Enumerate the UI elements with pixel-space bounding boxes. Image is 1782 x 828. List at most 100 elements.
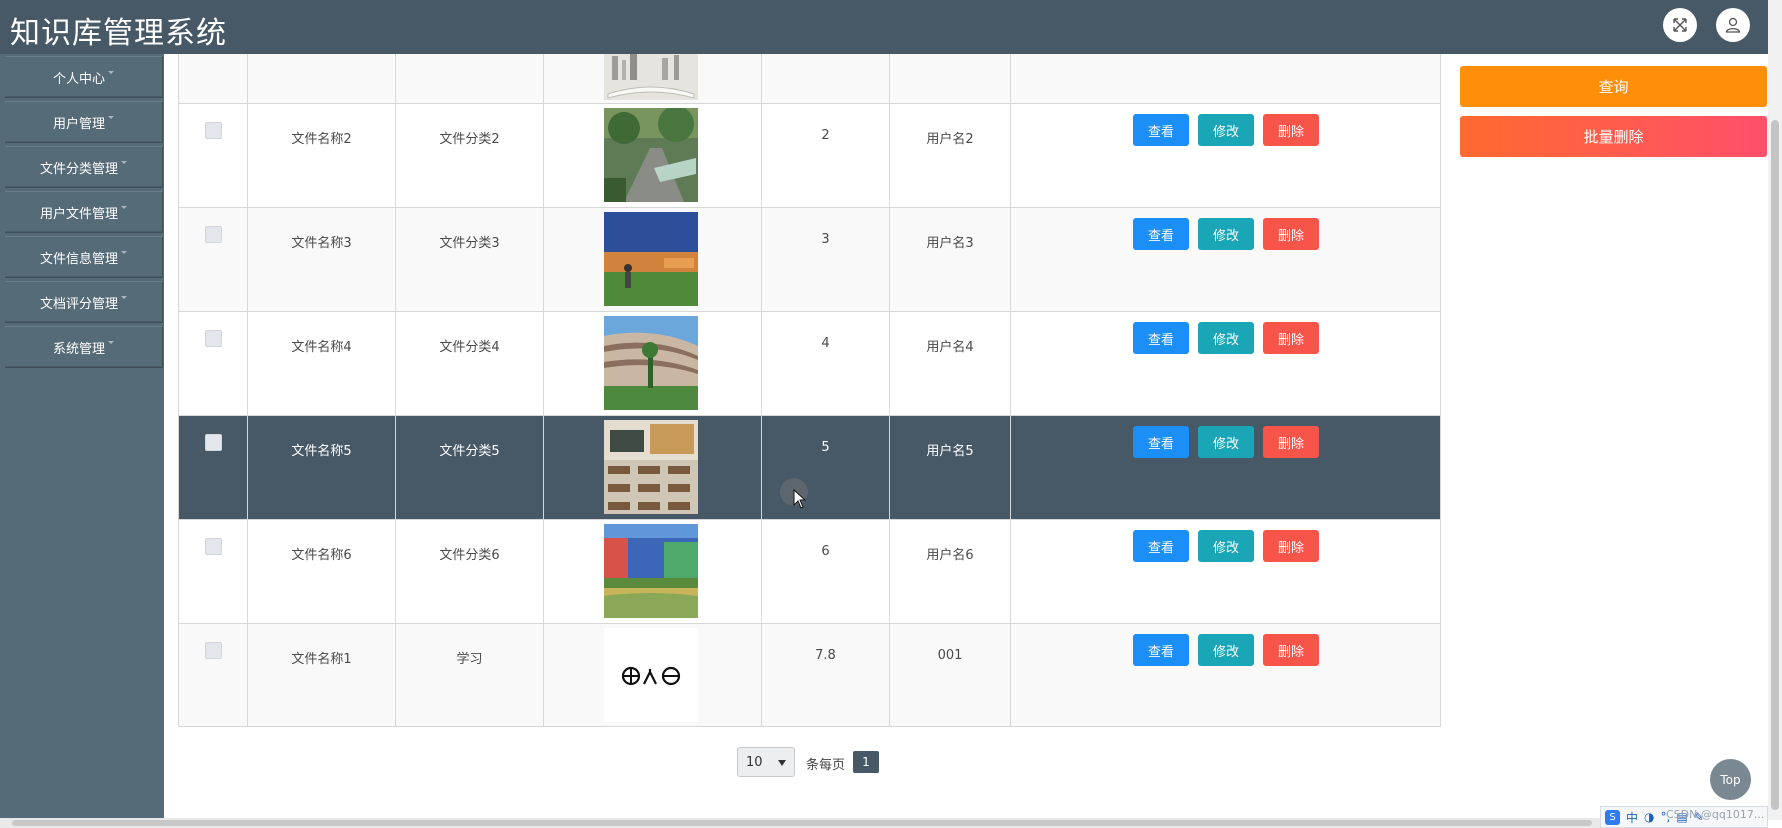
actions-cell <box>1010 54 1441 103</box>
file-category: 文件分类3 <box>439 236 500 251</box>
file-user: 用户名5 <box>926 444 974 459</box>
caret-down-icon <box>108 340 114 344</box>
classroom-photo <box>604 420 698 514</box>
file-category: 文件分类4 <box>439 340 500 355</box>
file-score: 3 <box>821 232 830 247</box>
row-checkbox[interactable] <box>205 226 222 243</box>
top-header: 知识库管理系统 <box>0 0 1782 54</box>
edit-button[interactable]: 修改 <box>1198 530 1254 562</box>
category-cell: 文件分类3 <box>395 208 543 311</box>
view-button[interactable]: 查看 <box>1133 530 1189 562</box>
view-button[interactable]: 查看 <box>1133 634 1189 666</box>
file-category: 文件分类6 <box>439 548 500 563</box>
scrollbar-thumb[interactable] <box>12 820 1592 826</box>
page-number-button[interactable]: 1 <box>853 751 879 773</box>
user-cell: 用户名2 <box>889 104 1010 207</box>
name-cell: 文件名称4 <box>247 312 395 415</box>
batch-delete-button[interactable]: 批量删除 <box>1460 116 1767 157</box>
caret-down-icon <box>108 115 114 119</box>
view-button[interactable]: 查看 <box>1133 218 1189 250</box>
checkbox-cell <box>178 624 247 726</box>
sidebar-item-file-info-management[interactable]: 文件信息管理 <box>5 236 163 278</box>
row-checkbox[interactable] <box>205 434 222 451</box>
file-user: 用户名2 <box>926 132 974 147</box>
edit-button[interactable]: 修改 <box>1198 218 1254 250</box>
table-row: 文件名称1 学习 7.8 001 查看 修改 删除 <box>178 624 1441 727</box>
row-checkbox[interactable] <box>205 330 222 347</box>
delete-button[interactable]: 删除 <box>1263 426 1319 458</box>
row-checkbox[interactable] <box>205 122 222 139</box>
delete-button[interactable]: 删除 <box>1263 634 1319 666</box>
vertical-scrollbar[interactable] <box>1768 0 1782 820</box>
file-name: 文件名称1 <box>291 652 352 667</box>
name-cell: 文件名称3 <box>247 208 395 311</box>
image-cell <box>543 312 761 415</box>
scrollbar-thumb[interactable] <box>1771 120 1779 810</box>
category-cell: 文件分类5 <box>395 416 543 519</box>
name-cell: 文件名称5 <box>247 416 395 519</box>
table-row: 文件名称6 文件分类6 6 用户名6 查看 修改 删除 <box>178 520 1441 624</box>
edit-button[interactable]: 修改 <box>1198 114 1254 146</box>
file-category: 文件分类5 <box>439 444 500 459</box>
name-cell: 文件名称6 <box>247 520 395 623</box>
school-lake-photo <box>604 524 698 618</box>
score-cell <box>761 54 889 103</box>
horizontal-scrollbar[interactable] <box>0 818 1600 828</box>
score-cell: 5 <box>761 416 889 519</box>
image-cell <box>543 624 761 726</box>
file-score: 2 <box>821 128 830 143</box>
delete-button[interactable]: 删除 <box>1263 322 1319 354</box>
name-cell: 文件名称1 <box>247 624 395 726</box>
view-button[interactable]: 查看 <box>1133 114 1189 146</box>
score-cell: 4 <box>761 312 889 415</box>
category-cell: 文件分类4 <box>395 312 543 415</box>
search-button[interactable]: 查询 <box>1460 66 1767 107</box>
caret-down-icon <box>121 205 127 209</box>
edit-button[interactable]: 修改 <box>1198 322 1254 354</box>
actions-cell: 查看 修改 删除 <box>1010 208 1441 311</box>
delete-button[interactable]: 删除 <box>1263 530 1319 562</box>
page-size-select[interactable]: 10 <box>737 747 795 777</box>
sidebar-item-file-category-management[interactable]: 文件分类管理 <box>5 146 163 188</box>
sidebar-item-label: 文档评分管理 <box>39 296 118 312</box>
file-score: 7.8 <box>815 648 836 663</box>
ime-mode-label[interactable]: 中 <box>1626 809 1638 826</box>
file-user: 用户名6 <box>926 548 974 563</box>
sidebar-item-user-management[interactable]: 用户管理 <box>5 101 163 143</box>
image-cell <box>543 208 761 311</box>
row-checkbox[interactable] <box>205 538 222 555</box>
delete-button[interactable]: 删除 <box>1263 218 1319 250</box>
file-user: 用户名4 <box>926 340 974 355</box>
fullscreen-icon <box>1673 18 1687 32</box>
sidebar-item-personal-center[interactable]: 个人中心 <box>5 56 163 98</box>
checkbox-cell <box>178 416 247 519</box>
user-icon <box>1725 17 1741 33</box>
row-checkbox[interactable] <box>205 642 222 659</box>
view-button[interactable]: 查看 <box>1133 322 1189 354</box>
sidebar-item-label: 文件信息管理 <box>39 251 118 267</box>
checkbox-cell <box>178 208 247 311</box>
sidebar-item-label: 个人中心 <box>52 71 105 87</box>
table-row: 文件名称2 文件分类2 2 用户名2 查看 修改 删除 <box>178 104 1441 208</box>
file-category: 文件分类2 <box>439 132 500 147</box>
user-cell: 用户名3 <box>889 208 1010 311</box>
moon-icon[interactable]: ◑ <box>1644 810 1654 824</box>
image-cell <box>543 104 761 207</box>
delete-button[interactable]: 删除 <box>1263 114 1319 146</box>
sidebar-item-user-file-management[interactable]: 用户文件管理 <box>5 191 163 233</box>
sidebar-item-document-rating-management[interactable]: 文档评分管理 <box>5 281 163 323</box>
sidebar-item-system-management[interactable]: 系统管理 <box>5 326 163 368</box>
back-to-top-button[interactable]: Top <box>1710 759 1751 800</box>
user-cell: 用户名4 <box>889 312 1010 415</box>
table-row-highlighted: 文件名称5 文件分类5 5 用户名5 查看 修改 删除 <box>178 416 1441 520</box>
view-button[interactable]: 查看 <box>1133 426 1189 458</box>
fullscreen-button[interactable] <box>1663 8 1697 42</box>
score-cell: 6 <box>761 520 889 623</box>
edit-button[interactable]: 修改 <box>1198 634 1254 666</box>
edit-button[interactable]: 修改 <box>1198 426 1254 458</box>
campus-building-photo <box>604 316 698 410</box>
user-profile-button[interactable] <box>1716 8 1750 42</box>
name-cell <box>247 54 395 103</box>
file-user: 001 <box>937 648 963 663</box>
image-cell <box>543 54 761 103</box>
